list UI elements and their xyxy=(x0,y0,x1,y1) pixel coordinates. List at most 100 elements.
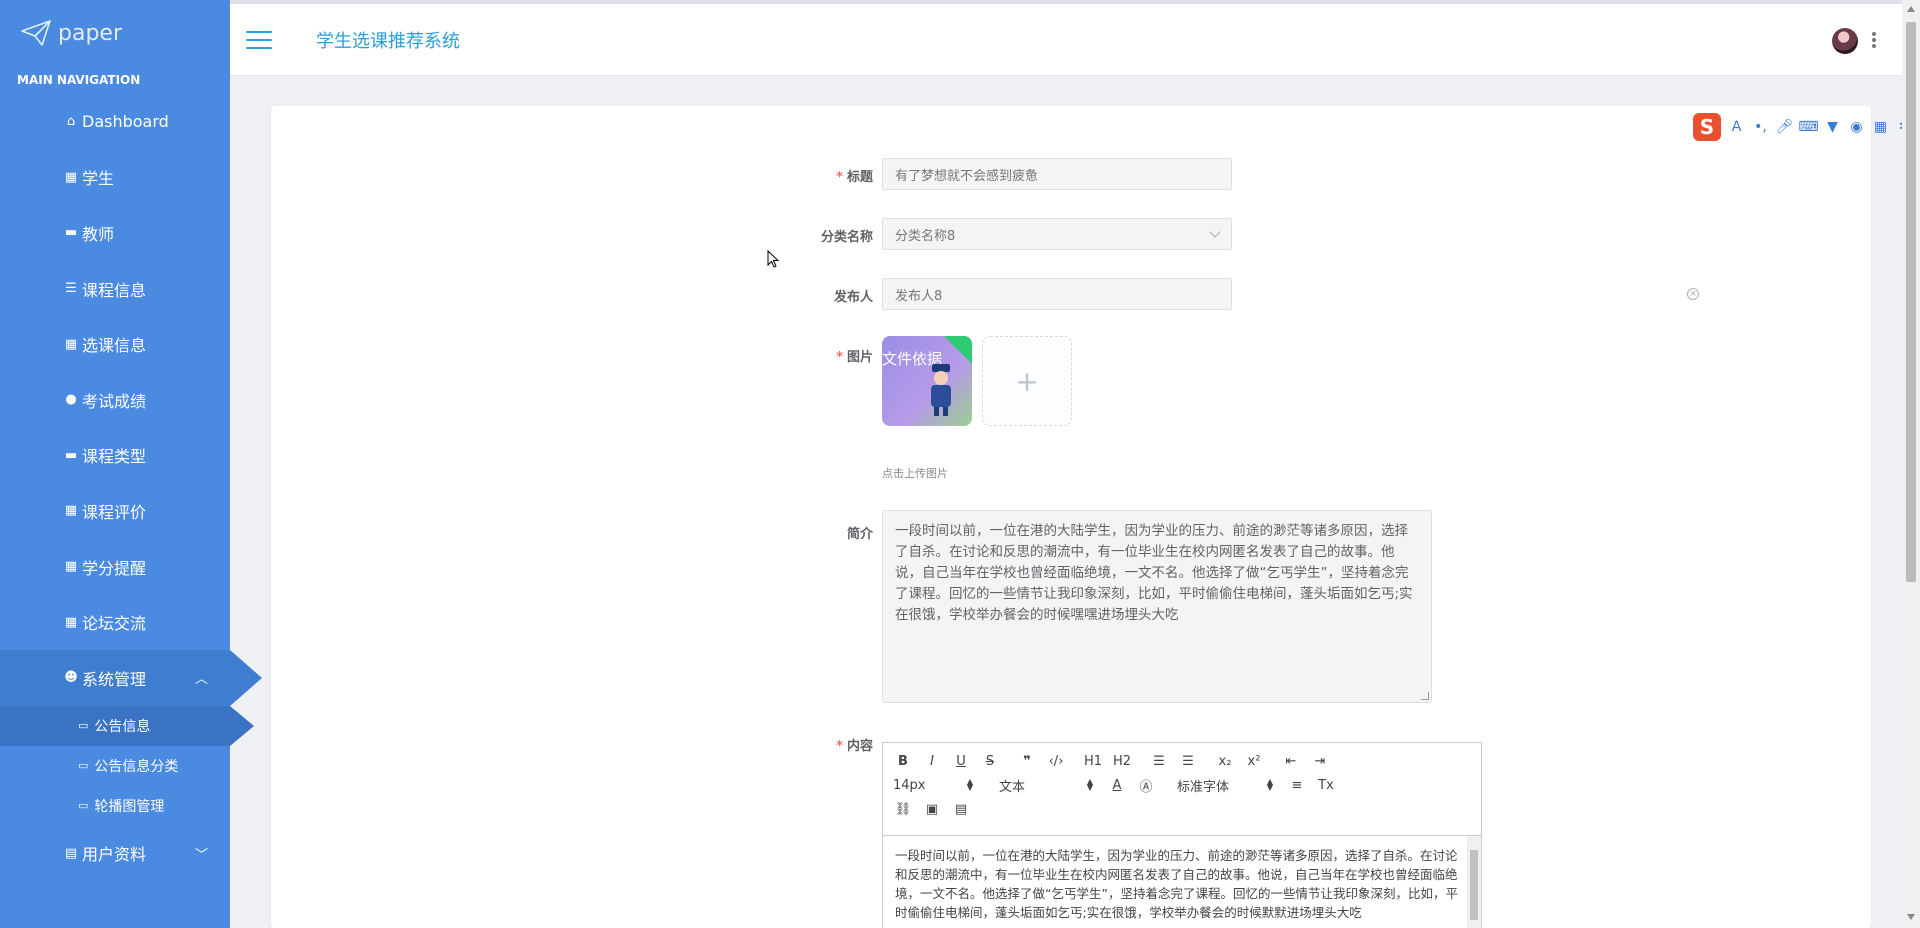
blockquote-icon[interactable]: ❞ xyxy=(1017,754,1037,769)
subnav-announcement-categories[interactable]: ▭ 公告信息分类 xyxy=(0,746,230,786)
italic-icon[interactable]: I xyxy=(922,754,942,769)
subnav-carousel-management[interactable]: ▭ 轮播图管理 xyxy=(0,786,230,826)
required-marker: * xyxy=(836,170,843,185)
image-icon[interactable]: ▣ xyxy=(922,802,942,817)
content-label: * 内容 xyxy=(836,739,873,754)
nav-label: 系统管理 xyxy=(82,669,147,689)
font-color-icon[interactable]: A xyxy=(1107,778,1127,793)
nav-dashboard[interactable]: ⌂ Dashboard xyxy=(0,94,230,150)
code-icon[interactable]: ‹/› xyxy=(1046,754,1066,769)
subnav-announcements[interactable]: ▭ 公告信息 xyxy=(0,705,254,746)
nav-label: 学分提醒 xyxy=(82,558,147,578)
intro-text: 一段时间以前，一位在港的大陆学生，因为学业的压力、前途的渺茫等诸多原因，选择了自… xyxy=(895,523,1413,623)
font-icon[interactable]: A xyxy=(1728,119,1745,136)
sliders-icon: ☰ xyxy=(65,281,77,297)
upload-button[interactable]: + xyxy=(982,336,1072,426)
align-icon[interactable]: ≡ xyxy=(1287,778,1307,793)
nav-course-reviews[interactable]: ▦ 课程评价 xyxy=(0,483,230,539)
grid-icon: ▦ xyxy=(64,503,78,519)
microphone-icon[interactable]: 🎤︎ xyxy=(1776,119,1794,136)
font-family-select[interactable]: 标准字体 ▲ ▼ xyxy=(1177,776,1273,795)
officer-illustration-icon xyxy=(931,364,951,416)
logo-text: paper xyxy=(58,20,122,46)
nav-system-management[interactable]: ☻ 系统管理 ︿ xyxy=(0,649,262,706)
indent-icon[interactable]: ⇥ xyxy=(1310,754,1330,769)
link-icon[interactable]: ⛓ xyxy=(893,802,913,817)
intro-textarea[interactable]: 一段时间以前，一位在港的大陆学生，因为学业的压力、前途的渺茫等诸多原因，选择了自… xyxy=(882,510,1432,703)
heading1-icon[interactable]: H1 xyxy=(1083,754,1103,769)
scroll-thumb[interactable] xyxy=(1906,22,1916,582)
pin-icon: ● xyxy=(65,392,77,408)
underline-icon[interactable]: U xyxy=(951,754,971,769)
title-input[interactable]: 有了梦想就不会感到疲惫 xyxy=(882,158,1232,190)
bold-icon[interactable]: B xyxy=(893,754,913,769)
subnav-label: 公告信息分类 xyxy=(94,758,179,775)
paragraph-select[interactable]: 文本 ▲ ▼ xyxy=(999,776,1093,795)
required-marker: * xyxy=(836,739,843,754)
nav-label: 论坛交流 xyxy=(82,614,147,634)
image-label: * 图片 xyxy=(836,350,873,365)
nav-teachers[interactable]: ▬ 教师 xyxy=(0,205,230,261)
form-card: * 标题 有了梦想就不会感到疲惫 分类名称 分类名称8 发布人 发布人8 × * 图… xyxy=(271,106,1871,928)
folder-icon: ▭ xyxy=(78,719,89,733)
logo[interactable]: paper xyxy=(0,0,230,66)
skin-icon[interactable]: ▼ xyxy=(1824,119,1841,136)
nav-exam-scores[interactable]: ● 考试成绩 xyxy=(0,372,230,428)
subnav-label: 公告信息 xyxy=(94,718,151,735)
subscript-icon[interactable]: x₂ xyxy=(1215,754,1235,769)
category-select[interactable]: 分类名称8 xyxy=(882,218,1232,250)
folder-icon: ▭ xyxy=(78,799,89,813)
category-label: 分类名称 xyxy=(820,230,873,245)
grid-icon: ▦ xyxy=(64,614,78,630)
font-size-select[interactable]: 14px ▲ ▼ xyxy=(893,778,973,793)
nav-credit-reminder[interactable]: ▦ 学分提醒 xyxy=(0,539,230,595)
gamepad-icon[interactable]: ◉ xyxy=(1848,119,1865,136)
scroll-up-icon[interactable] xyxy=(1907,6,1915,12)
upload-tip: 点击上传图片 xyxy=(882,467,948,480)
intro-label: 简介 xyxy=(846,527,873,542)
grid-icon: ▦ xyxy=(64,336,78,352)
nav-students[interactable]: ▦ 学生 xyxy=(0,150,230,206)
editor-scrollbar[interactable] xyxy=(1467,836,1481,928)
chevron-down-icon xyxy=(1209,226,1221,238)
resize-handle-icon[interactable] xyxy=(1421,692,1429,700)
nav-label: 选课信息 xyxy=(82,336,147,356)
heading2-icon[interactable]: H2 xyxy=(1112,754,1132,769)
ime-toolbar: S A •, 🎤︎ ⌨ ▼ ◉ ▦ ✲ xyxy=(1693,112,1913,142)
ordered-list-icon[interactable]: ☰ xyxy=(1149,754,1169,769)
nav-course-types[interactable]: ▬ 课程类型 xyxy=(0,428,230,484)
clear-icon[interactable]: × xyxy=(1687,288,1699,300)
nav-course-selection[interactable]: ▦ 选课信息 xyxy=(0,316,230,372)
home-icon: ⌂ xyxy=(66,114,76,130)
more-options-icon[interactable] xyxy=(1872,32,1876,48)
nav-user-profile[interactable]: ▤ 用户资料 ﹀ xyxy=(0,826,230,882)
scroll-down-icon[interactable] xyxy=(1907,914,1915,920)
nav-forum[interactable]: ▦ 论坛交流 xyxy=(0,594,230,650)
nav-label: 课程信息 xyxy=(82,280,147,300)
bullet-list-icon[interactable]: ☰ xyxy=(1178,754,1198,769)
page-scrollbar[interactable] xyxy=(1902,0,1920,928)
uploaded-image[interactable]: 文件依据 xyxy=(882,336,972,426)
strikethrough-icon[interactable]: S xyxy=(980,754,1000,769)
keyboard-icon[interactable]: ⌨ xyxy=(1798,119,1818,136)
apps-icon[interactable]: ▦ xyxy=(1872,119,1889,136)
publisher-input[interactable]: 发布人8 xyxy=(882,278,1232,310)
sogou-logo-icon[interactable]: S xyxy=(1693,113,1721,141)
hamburger-menu-icon[interactable] xyxy=(246,30,272,49)
editor-content[interactable]: 一段时间以前，一位在港的大陆学生，因为学业的压力、前途的渺茫等诸多原因，选择了自… xyxy=(883,836,1481,928)
updown-arrow-icon: ▲ ▼ xyxy=(1266,777,1273,792)
nav-label: 教师 xyxy=(82,224,115,244)
user-icon: ☻ xyxy=(64,670,78,686)
background-color-icon[interactable]: Ⓐ xyxy=(1136,776,1156,795)
nav-course-info[interactable]: ☰ 课程信息 xyxy=(0,261,230,317)
punctuation-icon[interactable]: •, xyxy=(1752,119,1769,136)
superscript-icon[interactable]: x² xyxy=(1244,754,1264,769)
clear-format-icon[interactable]: Tx xyxy=(1316,778,1336,793)
image-corner-badge xyxy=(944,336,972,364)
video-icon[interactable]: ▤ xyxy=(951,802,971,817)
nav-label: Dashboard xyxy=(82,112,169,132)
avatar[interactable] xyxy=(1832,28,1858,54)
folder-icon: ▭ xyxy=(78,759,89,773)
mouse-cursor-icon xyxy=(767,250,779,268)
outdent-icon[interactable]: ⇤ xyxy=(1281,754,1301,769)
